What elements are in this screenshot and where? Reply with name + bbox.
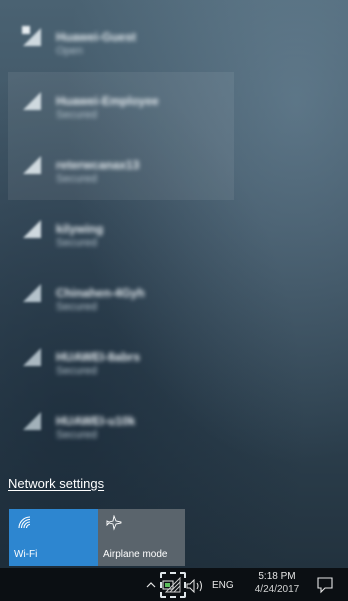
network-item[interactable]: kilywing Secured (8, 200, 234, 264)
action-center-icon[interactable] (316, 576, 334, 594)
wifi-secured-icon (23, 412, 41, 430)
wifi-toggle-button[interactable]: Wi-Fi (9, 509, 99, 566)
network-status: Secured (56, 365, 97, 377)
wifi-tray-icon (164, 576, 181, 593)
network-name: HUAWEI-u10k (56, 414, 136, 428)
network-item[interactable]: Chinahen-4Gyh Secured (8, 264, 234, 328)
wifi-secured-icon (23, 220, 41, 238)
airplane-mode-button[interactable]: Airplane mode (98, 509, 185, 566)
network-tray-icon[interactable] (160, 572, 186, 598)
network-name: Chinahen-4Gyh (56, 286, 145, 300)
network-status: Secured (56, 173, 97, 185)
airplane-mode-label: Airplane mode (103, 549, 168, 560)
clock-time: 5:18 PM (258, 571, 296, 582)
network-item[interactable]: HUAWEI-u10k Secured (8, 392, 234, 456)
wifi-secured-icon (23, 156, 41, 174)
wifi-secured-icon (23, 284, 41, 302)
network-status: Secured (56, 237, 97, 249)
wifi-secured-icon (23, 348, 41, 366)
network-item[interactable]: Huawei-Guest Open (8, 8, 234, 72)
network-status: Secured (56, 301, 97, 313)
wifi-open-icon (22, 26, 41, 46)
network-name: reterwcanax13 (56, 158, 140, 172)
network-item[interactable]: reterwcanax13 Secured (8, 136, 234, 200)
language-indicator[interactable]: ENG (212, 580, 234, 591)
network-name: Huawei-Employee (56, 94, 159, 108)
network-item[interactable]: HUAWEI-8abrs Secured (8, 328, 234, 392)
network-status: Open (56, 45, 83, 57)
network-name: Huawei-Guest (56, 30, 137, 44)
wifi-toggle-label: Wi-Fi (14, 549, 38, 560)
network-status: Secured (56, 109, 97, 121)
show-hidden-icons-chevron-icon[interactable] (146, 580, 156, 590)
volume-icon[interactable] (186, 579, 206, 593)
wifi-secured-icon (23, 92, 41, 110)
network-flyout: Huawei-Guest Open Huawei-Employee Secure… (0, 0, 348, 568)
clock[interactable]: 5:18 PM 4/24/2017 (246, 570, 308, 596)
network-name: HUAWEI-8abrs (56, 350, 141, 364)
network-name: kilywing (56, 222, 104, 236)
network-item[interactable]: Huawei-Employee Secured (8, 72, 234, 136)
network-status: Secured (56, 429, 97, 441)
taskbar: ENG 5:18 PM 4/24/2017 (0, 568, 348, 601)
clock-date: 4/24/2017 (254, 584, 300, 595)
airplane-icon (106, 515, 122, 531)
wifi-icon (18, 516, 31, 529)
network-settings-link[interactable]: Network settings (8, 476, 104, 491)
network-list: Huawei-Guest Open Huawei-Employee Secure… (8, 8, 234, 456)
